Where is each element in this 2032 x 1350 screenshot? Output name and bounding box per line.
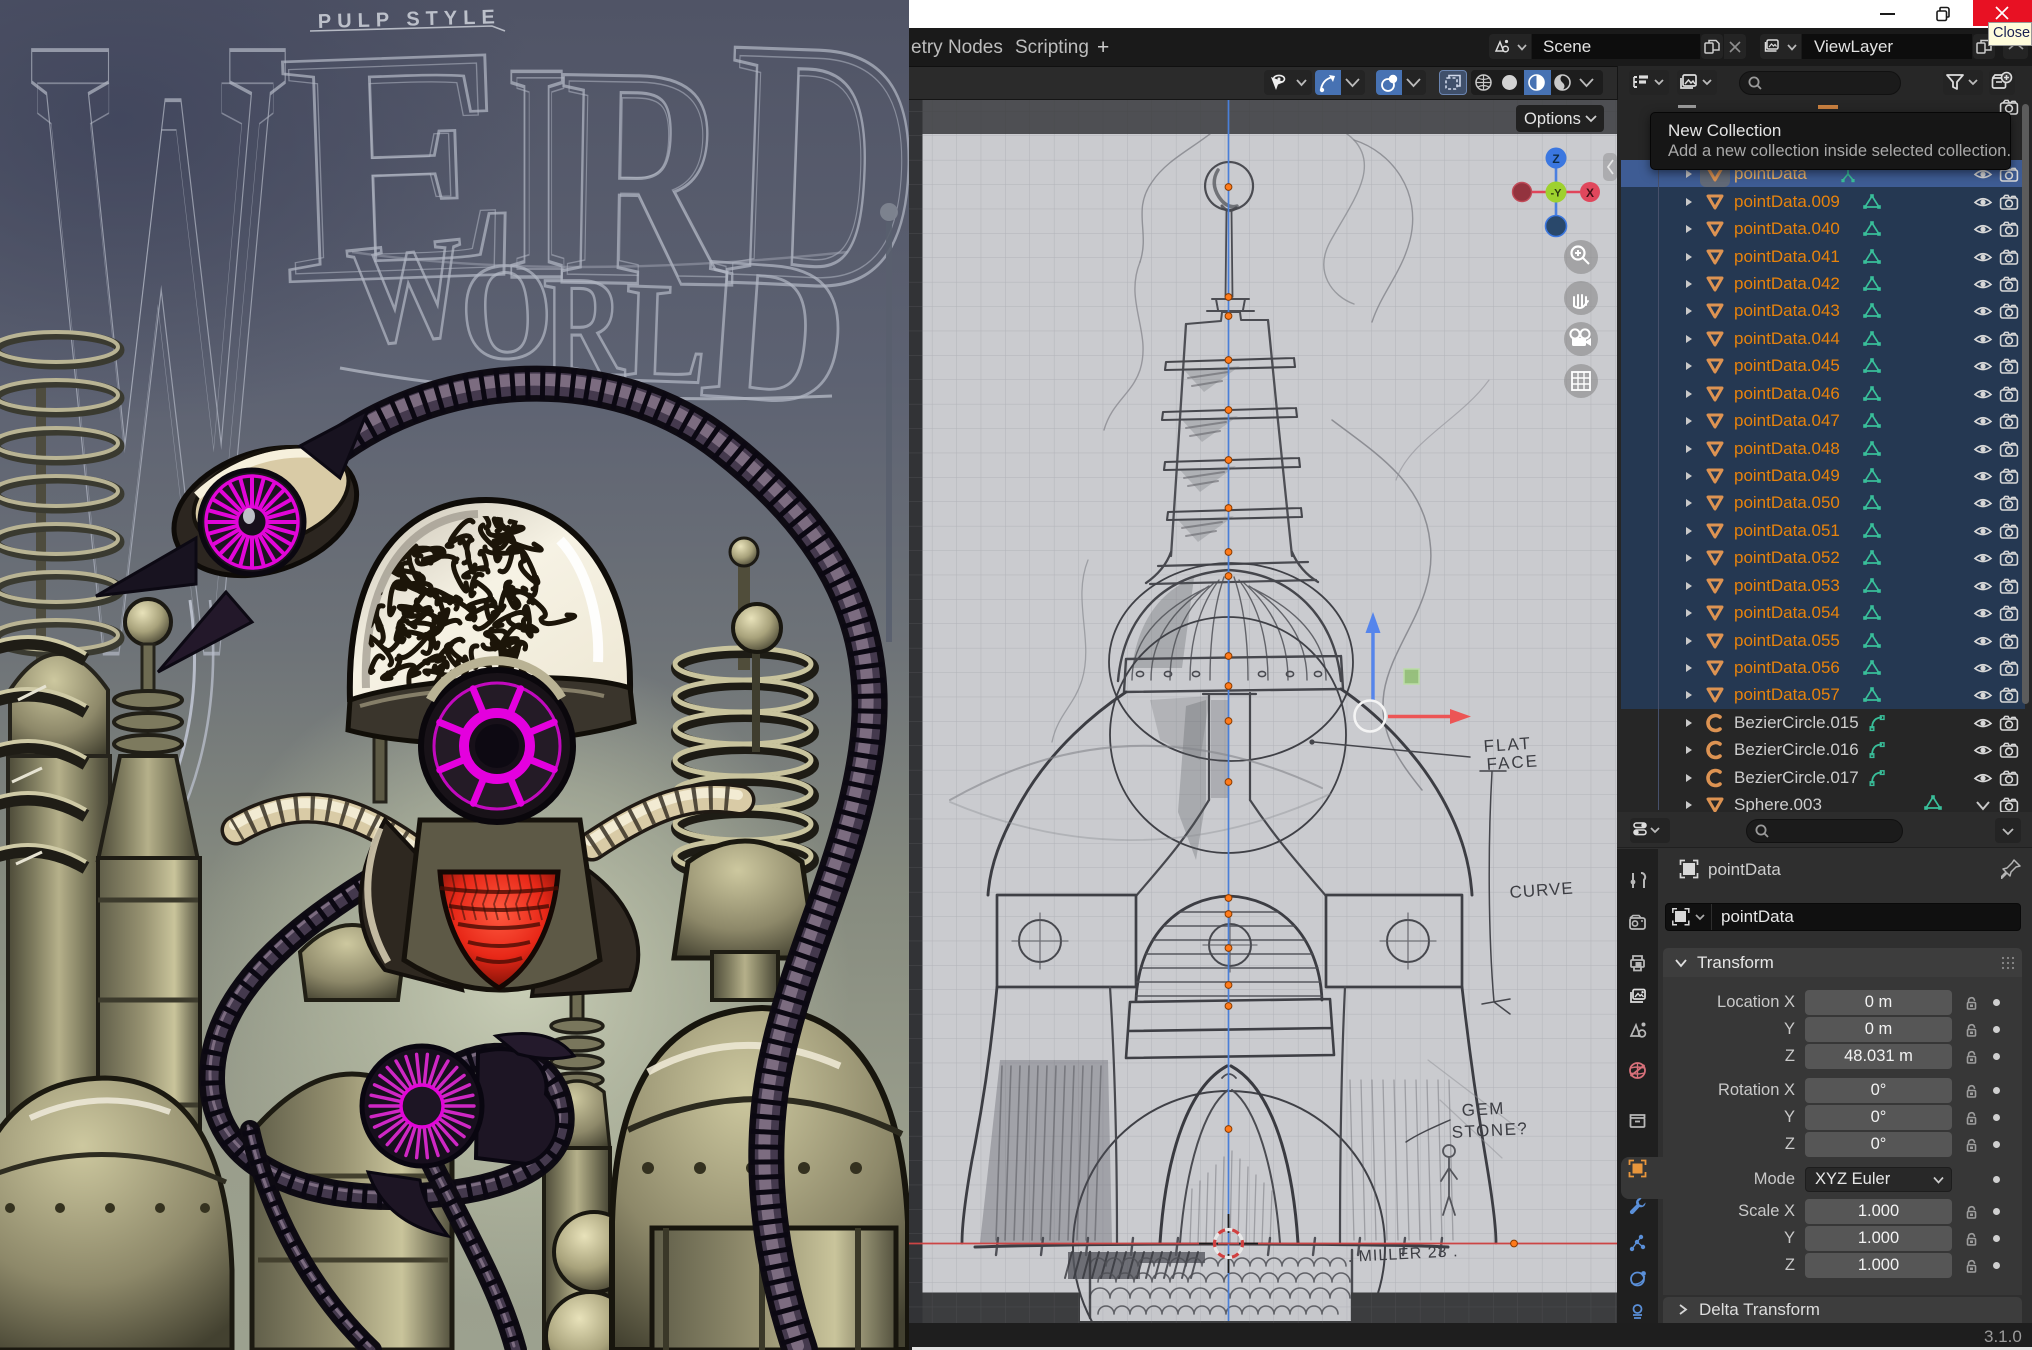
svg-text:Options: Options bbox=[1524, 110, 1581, 128]
svg-text:D: D bbox=[695, 213, 856, 450]
svg-text:-Y: -Y bbox=[1551, 188, 1563, 200]
svg-text:X: X bbox=[1586, 186, 1594, 200]
svg-text:Z: Z bbox=[1552, 152, 1559, 166]
svg-text:W: W bbox=[342, 206, 475, 377]
svg-text:STONE?: STONE? bbox=[1451, 1119, 1529, 1142]
svg-text:GEM: GEM bbox=[1461, 1099, 1505, 1120]
